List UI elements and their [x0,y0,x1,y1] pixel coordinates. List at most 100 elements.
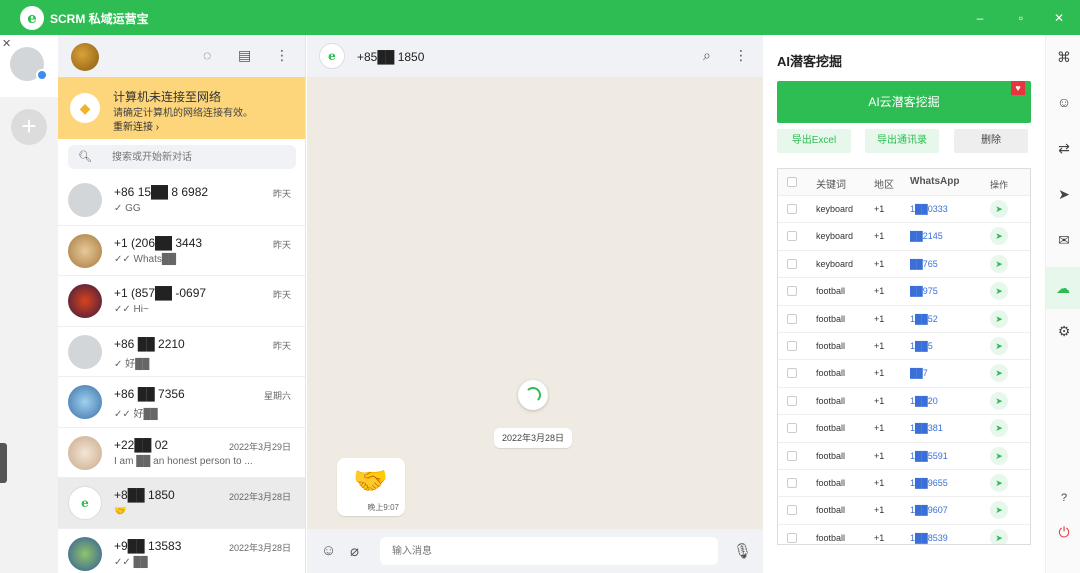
row-checkbox[interactable] [787,313,797,324]
send-icon[interactable]: ➤ [990,391,1008,410]
row-checkbox[interactable] [787,231,797,242]
row-checkbox[interactable] [787,368,797,379]
chat-bubble-icon[interactable]: ✉ [1054,230,1074,250]
table-row[interactable]: football +1 1██5591 ➤ [778,443,1030,470]
chat-item[interactable]: +86 ██ 2210 昨天 ✓ 好██ [58,327,305,377]
table-row[interactable]: football +1 1██52 ➤ [778,306,1030,333]
menu-icon[interactable]: ⋮ [275,47,289,64]
send-icon[interactable]: ➤ [990,227,1008,246]
whatsapp-cell[interactable]: 1██20 [910,396,938,406]
send-icon[interactable]: ➤ [990,336,1008,355]
send-icon[interactable]: ➤ [990,364,1008,383]
send-icon[interactable]: ➤ [990,419,1008,438]
contacts-icon[interactable]: ☺ [1054,92,1074,112]
ai-mining-button[interactable]: AI云潜客挖掘 ♥ [777,81,1031,123]
table-row[interactable]: football +1 ██975 ➤ [778,278,1030,306]
whatsapp-cell[interactable]: 1██8539 [910,533,948,543]
table-row[interactable]: football +1 1██8539 ➤ [778,525,1030,544]
region-cell: +1 [874,532,885,543]
menu-icon[interactable]: ⋮ [734,47,748,64]
search-icon[interactable]: ⌕ [703,47,711,64]
message-input[interactable] [380,537,718,565]
apps-icon[interactable]: ⌘ [1054,47,1074,67]
status-icon[interactable]: ◌ [203,47,211,63]
close-account-icon[interactable]: ✕ [2,37,11,50]
send-icon[interactable]: ➤ [990,501,1008,520]
whatsapp-cell[interactable]: 1██0333 [910,204,948,214]
row-checkbox[interactable] [787,423,797,434]
message-bubble[interactable]: 🤝 晚上9:07 [337,458,405,516]
delete-button[interactable]: 删除 [954,129,1028,153]
maximize-button[interactable]: ▫ [1011,8,1031,28]
chat-item[interactable]: +22██ 02 2022年3月29日 I am ██ an honest pe… [58,428,305,478]
table-row[interactable]: football +1 1██9655 ➤ [778,470,1030,498]
close-button[interactable]: ✕ [1049,8,1069,28]
send-icon[interactable]: ➤ [990,473,1008,492]
whatsapp-cell[interactable]: 1██52 [910,314,938,324]
help-icon[interactable]: ? [1054,488,1074,508]
contact-name[interactable]: +85██ 1850 [357,50,424,64]
whatsapp-cell[interactable]: ██975 [910,286,938,296]
row-checkbox[interactable] [787,505,797,516]
logout-icon[interactable]: ⏻ [1054,522,1074,542]
reconnect-link[interactable]: 重新连接 › [113,118,159,133]
chat-item[interactable]: +86 15██ 8 6982 昨天 ✓ GG [58,175,305,226]
row-checkbox[interactable] [787,286,797,297]
minimize-button[interactable]: – [970,8,990,28]
row-checkbox[interactable] [787,204,797,214]
whatsapp-cell[interactable]: ██2145 [910,231,943,241]
new-chat-icon[interactable]: ▤ [238,47,251,64]
emoji-icon[interactable]: ☺ [321,542,336,559]
send-icon[interactable]: ➤ [990,282,1008,301]
chat-item[interactable]: +9██ 13583 2022年3月28日 ✓✓ ██ [58,529,305,573]
send-icon[interactable]: ➤ [1054,184,1074,204]
row-checkbox[interactable] [787,532,797,543]
whatsapp-cell[interactable]: 1██5 [910,341,933,351]
search-input[interactable] [112,149,282,165]
select-all-checkbox[interactable] [787,177,797,187]
account-item[interactable]: ✕ [0,35,58,97]
table-row[interactable]: keyboard +1 1██0333 ➤ [778,196,1030,224]
table-row[interactable]: football +1 1██5 ➤ [778,333,1030,361]
whatsapp-cell[interactable]: 1██381 [910,423,943,433]
export-excel-button[interactable]: 导出Excel [777,129,851,153]
row-checkbox[interactable] [787,340,797,351]
send-icon[interactable]: ➤ [990,446,1008,465]
translate-icon[interactable]: ⇄ [1054,138,1074,158]
table-row[interactable]: keyboard +1 ██2145 ➤ [778,223,1030,251]
add-account-button[interactable]: + [11,109,47,145]
table-row[interactable]: football +1 1██20 ➤ [778,388,1030,416]
settings-icon[interactable]: ⚙ [1054,321,1074,341]
table-row[interactable]: football +1 ██7 ➤ [778,360,1030,388]
table-row[interactable]: keyboard +1 ██765 ➤ [778,251,1030,279]
chat-item[interactable]: +86 ██ 7356 星期六 ✓✓ 好██ [58,377,305,428]
chat-item-selected[interactable]: e +8██ 1850 2022年3月28日 🤝 [58,478,305,529]
whatsapp-cell[interactable]: 1██5591 [910,451,948,461]
export-contacts-button[interactable]: 导出通讯录 [865,129,939,153]
row-checkbox[interactable] [787,395,797,406]
keyword-cell: football [816,450,846,461]
microphone-icon[interactable]: 🎙︎ [733,542,752,560]
attach-icon[interactable]: ⌀ [350,542,359,560]
keyword-cell: football [816,395,846,406]
contact-avatar[interactable]: e [319,43,345,69]
row-checkbox[interactable] [787,258,797,269]
ai-cloud-icon[interactable]: ☁ [1046,267,1080,309]
handshake-emoji: 🤝 [353,465,388,496]
whatsapp-cell[interactable]: 1██9607 [910,505,948,515]
table-row[interactable]: football +1 1██381 ➤ [778,415,1030,443]
row-checkbox[interactable] [787,477,797,488]
send-icon[interactable]: ➤ [990,254,1008,273]
send-icon[interactable]: ➤ [990,200,1008,218]
send-icon[interactable]: ➤ [990,528,1008,544]
send-icon[interactable]: ➤ [990,309,1008,328]
chat-item[interactable]: +1 (857██ -0697 昨天 ✓✓ Hi~ [58,276,305,327]
whatsapp-cell[interactable]: ██765 [910,259,938,269]
chat-item[interactable]: +1 (206██ 3443 昨天 ✓✓ Whats██ [58,226,305,276]
whatsapp-cell[interactable]: 1██9655 [910,478,948,488]
drag-handle[interactable] [0,443,7,483]
whatsapp-cell[interactable]: ██7 [910,368,928,378]
row-checkbox[interactable] [787,450,797,461]
my-avatar[interactable] [71,43,99,71]
table-row[interactable]: football +1 1██9607 ➤ [778,497,1030,525]
